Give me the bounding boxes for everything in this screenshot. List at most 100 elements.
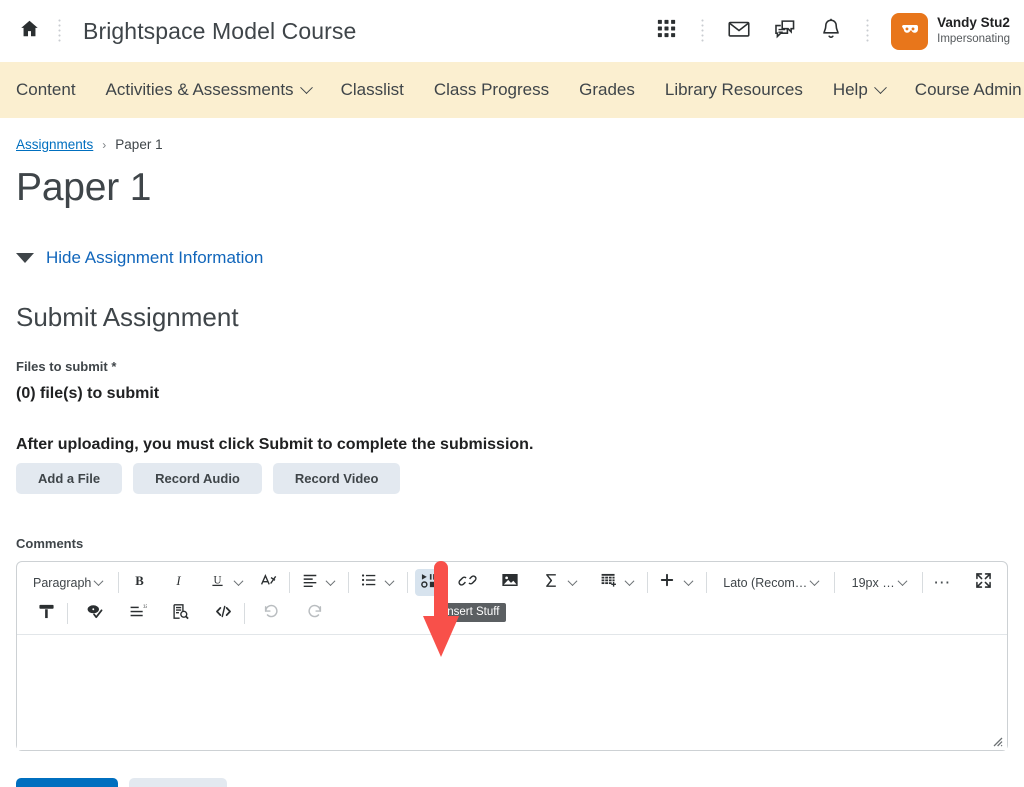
chevron-down-icon[interactable] — [683, 576, 694, 587]
nav-item-course-admin[interactable]: Course Admin — [905, 80, 1024, 100]
nav-item-class-progress[interactable]: Class Progress — [424, 80, 559, 100]
chevron-down-icon[interactable] — [624, 576, 635, 587]
equation-button[interactable] — [538, 569, 565, 596]
italic-icon: I — [170, 572, 187, 594]
nav-item-help[interactable]: Help — [823, 80, 895, 100]
toggle-assignment-information[interactable]: Hide Assignment Information — [16, 248, 1008, 268]
toolbar-divider — [67, 603, 68, 624]
nav-item-content[interactable]: Content — [16, 80, 86, 100]
underline-button[interactable]: U — [204, 569, 231, 596]
word-count-icon: 123 — [128, 602, 151, 626]
mail-button[interactable] — [716, 8, 762, 54]
upload-button-row: Add a File Record Audio Record Video — [16, 463, 1008, 494]
files-count-text: (0) file(s) to submit — [16, 385, 160, 402]
redo-icon — [305, 602, 324, 626]
breadcrumb-link-assignments[interactable]: Assignments — [16, 137, 93, 152]
resize-grip-icon[interactable] — [990, 734, 1003, 747]
nav-label: Help — [832, 80, 868, 99]
cancel-button[interactable]: Cancel — [128, 778, 228, 787]
nav-label: Library Resources — [664, 80, 803, 99]
apps-grid-button[interactable] — [643, 8, 689, 54]
insert-link-button[interactable] — [454, 569, 481, 596]
impersonation-mask-icon — [899, 18, 921, 45]
comments-editor-body[interactable] — [17, 634, 1007, 750]
underline-icon: U — [209, 572, 226, 594]
source-code-icon — [214, 602, 233, 626]
word-count-button[interactable]: 123 — [124, 600, 151, 627]
image-icon — [500, 570, 520, 595]
record-audio-button[interactable]: Record Audio — [133, 463, 262, 494]
chat-button[interactable] — [762, 8, 808, 54]
breadcrumb-current: Paper 1 — [115, 137, 163, 152]
triangle-down-icon — [16, 253, 34, 263]
insert-table-button[interactable] — [595, 569, 622, 596]
font-family-select[interactable]: Lato (Recom… — [713, 569, 827, 596]
chevron-down-icon — [809, 576, 820, 587]
submit-button[interactable]: Submit — [16, 778, 118, 787]
nav-item-activities-assessments[interactable]: Activities & Assessments — [96, 80, 321, 100]
header-actions: Vandy Stu2 Impersonating — [643, 8, 1010, 54]
chevron-down-icon — [299, 80, 313, 94]
format-painter-icon — [37, 602, 56, 626]
editor-toolbar-row-2: 123 — [17, 598, 1007, 629]
chevron-down-icon — [873, 80, 887, 94]
editor-toolbar-row-1: Paragraph B I U Lato (Recom… 19px … ⋯ — [17, 567, 1007, 598]
list-control[interactable] — [355, 569, 400, 596]
align-left-icon — [301, 571, 319, 594]
chevron-down-icon — [897, 576, 908, 587]
chat-bubbles-icon — [772, 16, 798, 47]
nav-item-grades[interactable]: Grades — [569, 80, 645, 100]
form-actions: Submit Cancel — [16, 778, 1008, 787]
underline-control[interactable]: U — [204, 569, 249, 596]
link-icon — [458, 571, 477, 595]
svg-text:I: I — [175, 573, 181, 587]
plus-button[interactable] — [654, 569, 681, 596]
align-left-button[interactable] — [296, 569, 323, 596]
text-color-button[interactable] — [255, 569, 282, 596]
font-size-select[interactable]: 19px … — [842, 569, 915, 596]
equation-control[interactable] — [538, 569, 583, 596]
table-icon — [599, 571, 618, 595]
source-code-button[interactable] — [210, 600, 237, 627]
nav-item-classlist[interactable]: Classlist — [331, 80, 414, 100]
preview-button[interactable] — [167, 600, 194, 627]
bold-button[interactable]: B — [126, 569, 153, 596]
user-name: Vandy Stu2 — [937, 15, 1010, 31]
toolbar-divider — [244, 603, 245, 624]
bulleted-list-button[interactable] — [355, 569, 382, 596]
home-button[interactable] — [12, 14, 46, 48]
chevron-down-icon[interactable] — [233, 576, 244, 587]
files-to-submit-label: Files to submit * — [16, 359, 117, 374]
italic-button[interactable]: I — [165, 569, 192, 596]
format-painter-button[interactable] — [33, 600, 60, 627]
align-control[interactable] — [296, 569, 341, 596]
insert-stuff-button[interactable] — [414, 569, 442, 596]
user-info: Vandy Stu2 Impersonating — [937, 15, 1010, 46]
accessibility-check-button[interactable] — [81, 600, 108, 627]
insert-image-button[interactable] — [497, 569, 524, 596]
chevron-down-icon[interactable] — [384, 576, 395, 587]
paragraph-style-select[interactable]: Paragraph — [23, 569, 111, 596]
plus-icon — [658, 571, 676, 594]
avatar — [891, 12, 929, 50]
chevron-down-icon[interactable] — [325, 576, 336, 587]
chevron-down-icon[interactable] — [567, 576, 578, 587]
more-options-button[interactable]: ⋯ — [929, 569, 956, 596]
more-insert-control[interactable] — [654, 569, 699, 596]
add-a-file-button[interactable]: Add a File — [16, 463, 123, 494]
course-title: Brightspace Model Course — [83, 17, 357, 44]
undo-button[interactable] — [258, 600, 285, 627]
font-family-value: Lato (Recom… — [723, 575, 808, 590]
preview-icon — [171, 602, 190, 626]
nav-label: Grades — [579, 80, 635, 99]
nav-item-library-resources[interactable]: Library Resources — [655, 80, 813, 100]
svg-text:123: 123 — [143, 603, 147, 608]
record-video-button[interactable]: Record Video — [272, 463, 401, 494]
redo-button[interactable] — [301, 600, 328, 627]
fullscreen-button[interactable] — [970, 569, 997, 596]
user-menu-button[interactable]: Vandy Stu2 Impersonating — [891, 12, 1010, 50]
breadcrumb-separator: › — [102, 137, 107, 152]
breadcrumb: Assignments › Paper 1 — [16, 137, 1008, 152]
notifications-button[interactable] — [808, 8, 854, 54]
table-control[interactable] — [595, 569, 640, 596]
